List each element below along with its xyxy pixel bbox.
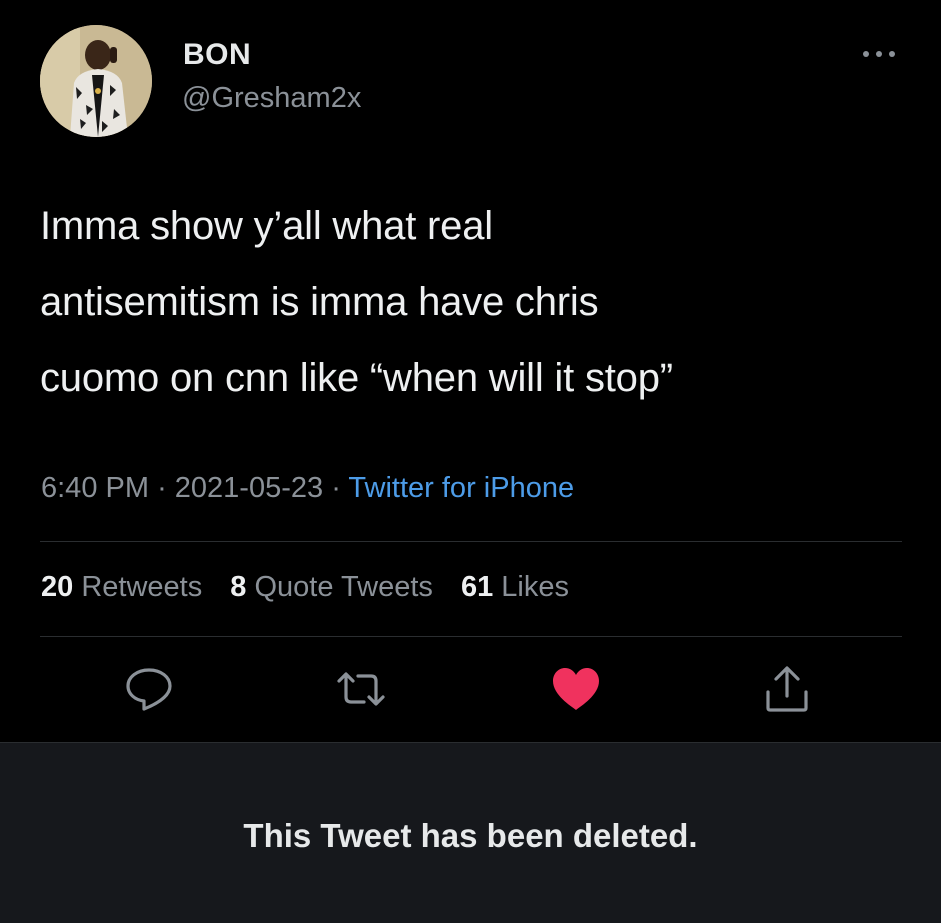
display-name[interactable]: BON: [183, 38, 251, 72]
tweet-screen: BON @Gresham2x Imma show y’all what real…: [0, 0, 941, 923]
avatar-image: [40, 25, 152, 137]
deleted-notice-bar: This Tweet has been deleted.: [0, 742, 941, 923]
tweet-text-line: antisemitism is imma have chris: [40, 280, 599, 324]
quote-tweets-label: Quote Tweets: [254, 571, 433, 603]
tweet-stats: 20 Retweets 8 Quote Tweets 61 Likes: [41, 571, 589, 604]
retweets-label: Retweets: [81, 571, 203, 603]
heart-icon: [553, 668, 599, 710]
tweet-meta: 6:40 PM · 2021-05-23 · Twitter for iPhon…: [41, 472, 574, 505]
tweet-text: Imma show y’all what real antisemitism i…: [40, 188, 900, 416]
divider: [40, 636, 902, 637]
user-handle[interactable]: @Gresham2x: [182, 82, 361, 115]
retweet-icon: [337, 672, 385, 706]
share-button[interactable]: [762, 664, 812, 714]
tweet-date[interactable]: 2021-05-23: [175, 472, 323, 504]
divider: [40, 541, 902, 542]
tweet-source-link[interactable]: Twitter for iPhone: [348, 472, 574, 504]
meta-separator: ·: [331, 472, 341, 504]
retweet-button[interactable]: [336, 664, 386, 714]
like-button[interactable]: [551, 664, 601, 714]
reply-button[interactable]: [124, 664, 174, 714]
likes-stat[interactable]: 61 Likes: [461, 571, 569, 603]
deleted-notice-text: This Tweet has been deleted.: [243, 817, 698, 854]
likes-label: Likes: [501, 571, 569, 603]
tweet-text-line: Imma show y’all what real: [40, 204, 493, 248]
quote-tweets-stat[interactable]: 8 Quote Tweets: [230, 571, 433, 603]
retweets-count: 20: [41, 571, 74, 603]
avatar[interactable]: [40, 25, 152, 137]
share-icon: [766, 666, 808, 712]
tweet-text-line: cuomo on cnn like “when will it stop”: [40, 356, 673, 400]
likes-count: 61: [460, 571, 494, 603]
retweets-stat[interactable]: 20 Retweets: [41, 571, 202, 603]
more-dots-icon: [863, 51, 895, 57]
reply-icon: [126, 668, 172, 711]
meta-separator: ·: [157, 472, 167, 504]
tweet-time[interactable]: 6:40 PM: [41, 472, 149, 504]
more-options-button[interactable]: [856, 42, 902, 66]
quote-tweets-count: 8: [230, 571, 247, 603]
